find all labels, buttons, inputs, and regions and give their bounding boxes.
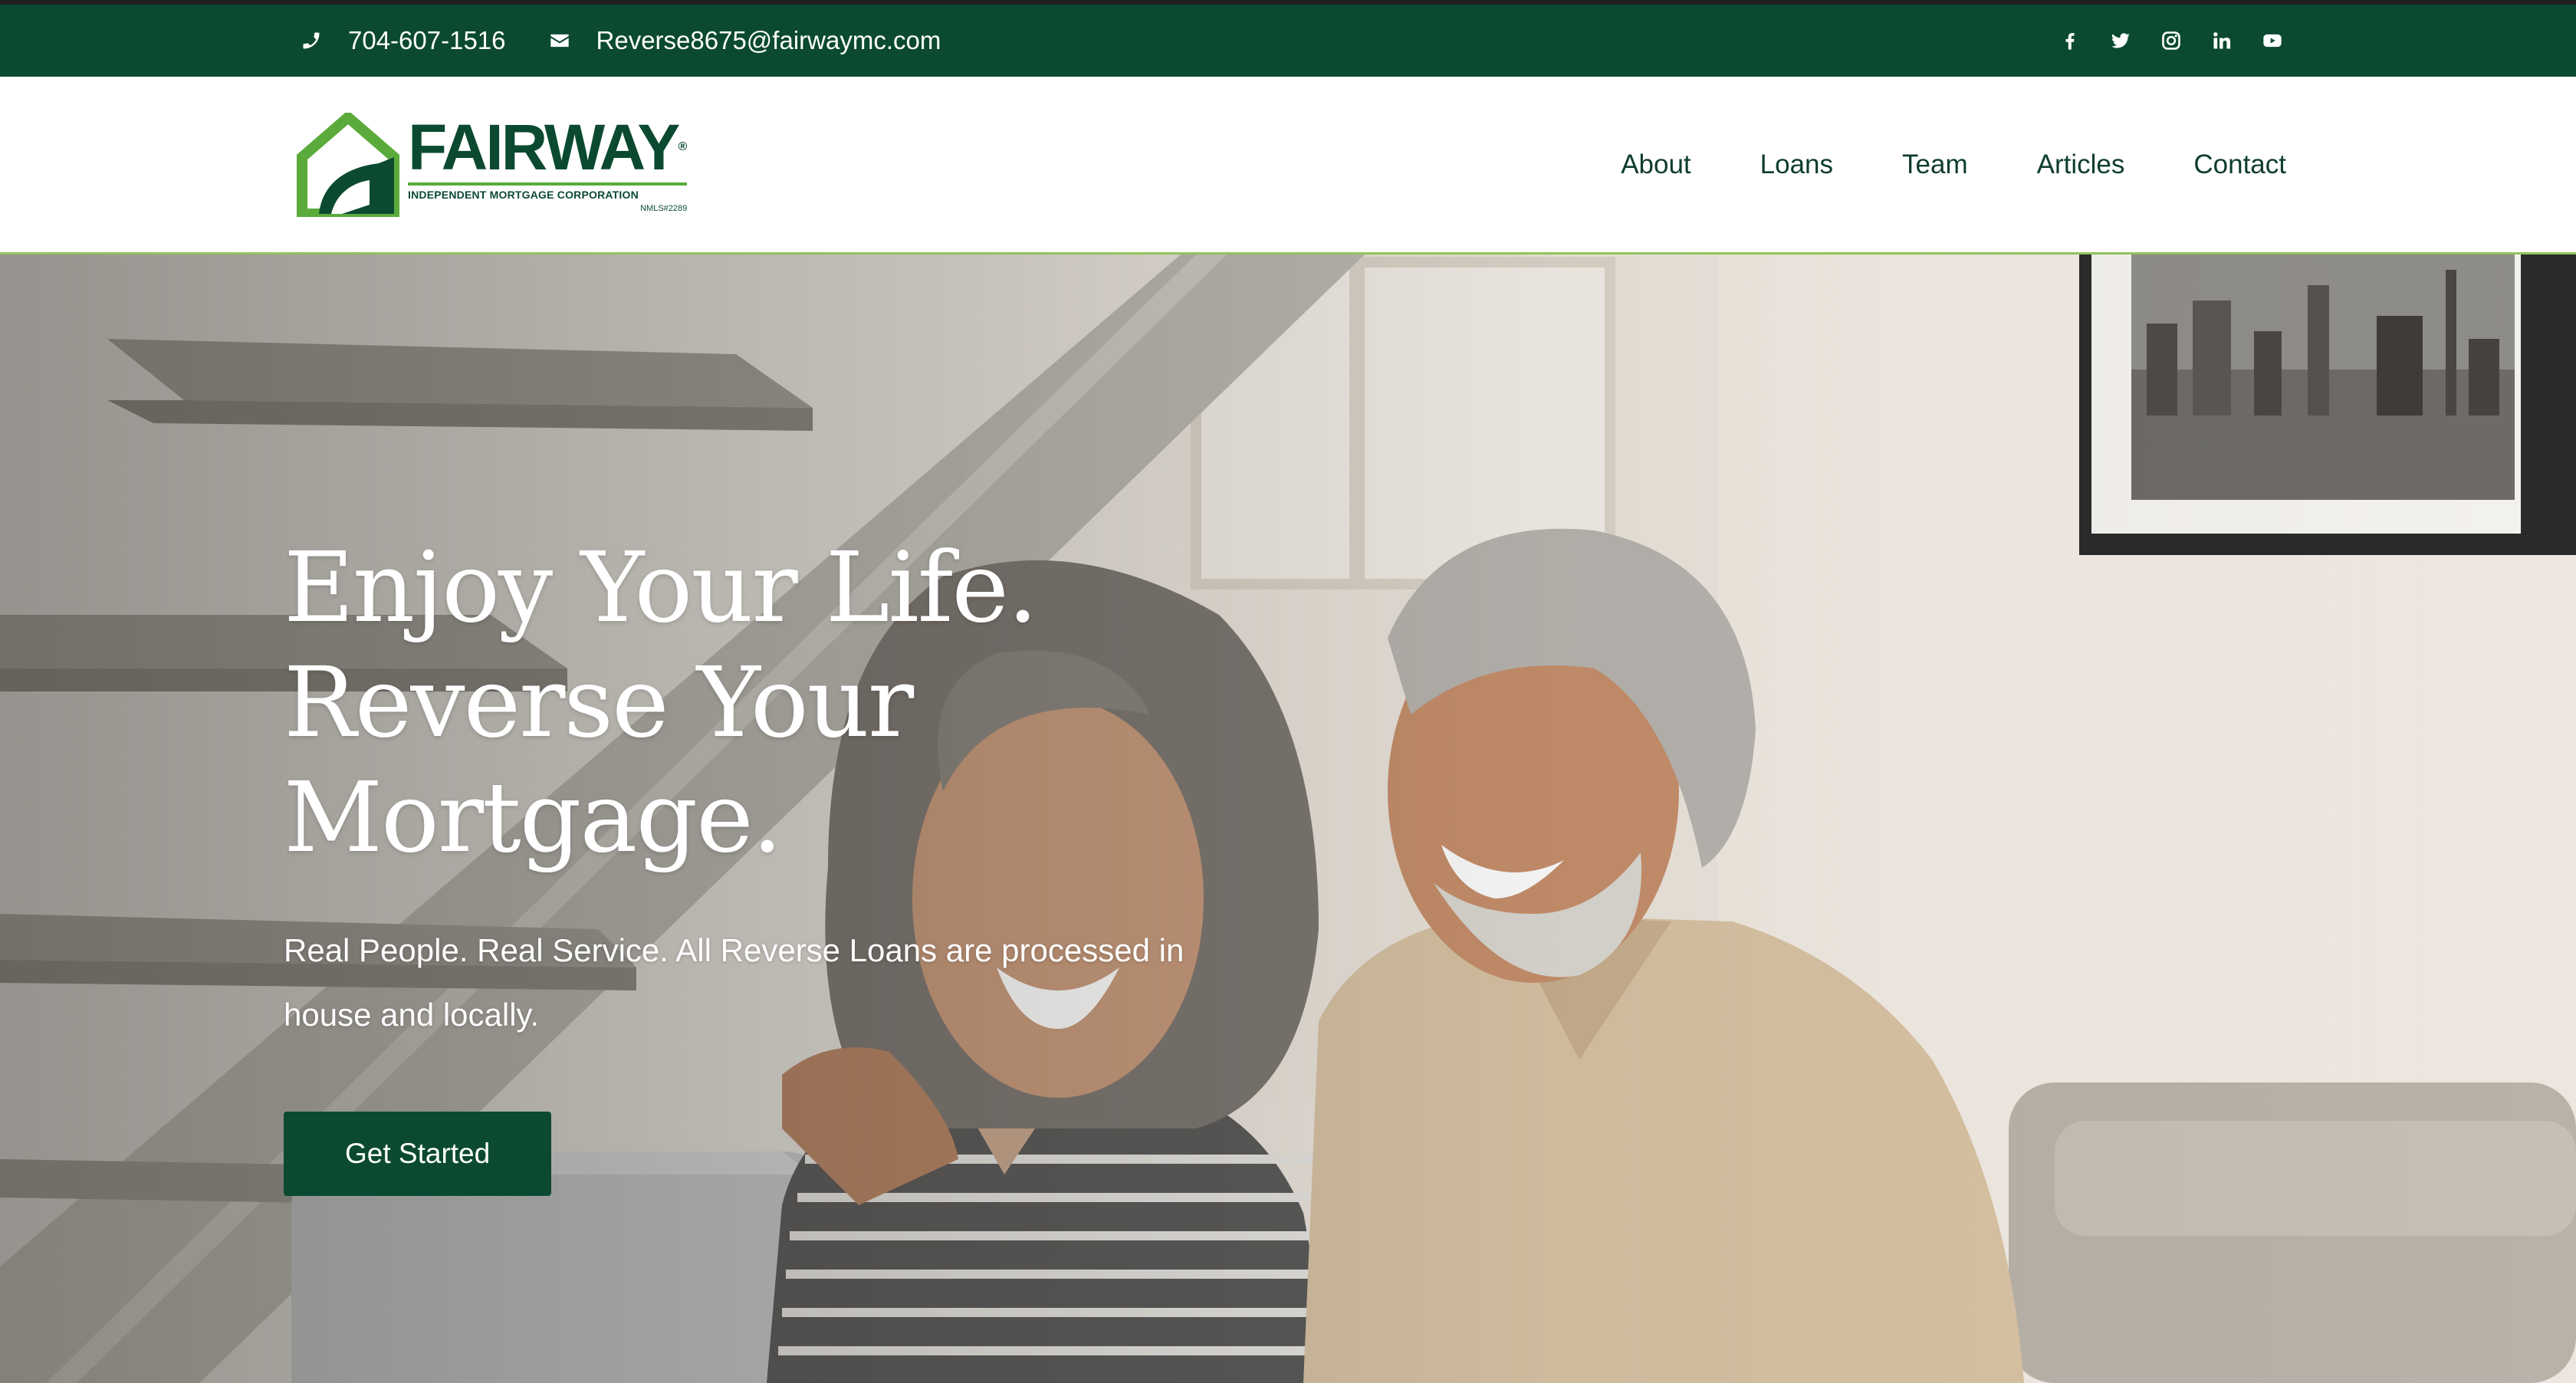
registered-mark: ® <box>678 140 688 153</box>
nav-about[interactable]: About <box>1621 149 1691 180</box>
phone-icon <box>303 32 320 49</box>
nav-loans[interactable]: Loans <box>1760 149 1833 180</box>
social-links <box>2032 28 2285 53</box>
instagram-link[interactable] <box>2159 28 2183 53</box>
hero-title: Enjoy Your Life. Reverse Your Mortgage. <box>284 531 1434 875</box>
linkedin-link[interactable] <box>2210 28 2234 53</box>
email-link[interactable]: Reverse8675@fairwaymc.com <box>549 26 941 55</box>
hero-content: Enjoy Your Life. Reverse Your Mortgage. … <box>284 531 1434 1196</box>
hero-title-line-2: Reverse Your Mortgage. <box>284 646 914 874</box>
nav-articles[interactable]: Articles <box>2037 149 2125 180</box>
main-nav: About Loans Team Articles Contact <box>1552 149 2286 180</box>
site-header: FAIRWAY® INDEPENDENT MORTGAGE CORPORATIO… <box>0 77 2576 255</box>
twitter-link[interactable] <box>2108 28 2133 53</box>
fairway-logo[interactable]: FAIRWAY® INDEPENDENT MORTGAGE CORPORATIO… <box>296 112 688 217</box>
get-started-button[interactable]: Get Started <box>284 1112 552 1196</box>
phone-number: 704-607-1516 <box>348 26 506 54</box>
instagram-icon <box>2162 31 2180 50</box>
house-logo-icon <box>297 112 399 217</box>
nav-contact[interactable]: Contact <box>2193 149 2286 180</box>
facebook-icon <box>2065 33 2075 50</box>
youtube-link[interactable] <box>2260 28 2285 53</box>
logo-word: FAIRWAY <box>408 110 680 183</box>
phone-link[interactable]: 704-607-1516 <box>301 26 506 55</box>
hero-section: Enjoy Your Life. Reverse Your Mortgage. … <box>0 255 2576 1383</box>
contact-info: 704-607-1516 Reverse8675@fairwaymc.com <box>301 26 984 55</box>
logo-text: FAIRWAY® INDEPENDENT MORTGAGE CORPORATIO… <box>408 115 688 213</box>
linkedin-icon <box>2213 32 2231 49</box>
logo-subtitle: INDEPENDENT MORTGAGE CORPORATION <box>408 182 688 201</box>
facebook-link[interactable] <box>2058 28 2082 53</box>
top-contact-bar: 704-607-1516 Reverse8675@fairwaymc.com <box>0 0 2576 77</box>
hero-title-line-1: Enjoy Your Life. <box>284 531 1038 644</box>
logo-nmls: NMLS#2289 <box>640 203 688 213</box>
youtube-icon <box>2263 34 2282 48</box>
nav-team[interactable]: Team <box>1902 149 1968 180</box>
logo-wordmark: FAIRWAY® <box>408 115 688 179</box>
hero-subtitle: Real People. Real Service. All Reverse L… <box>284 932 1184 1033</box>
twitter-icon <box>2111 33 2130 48</box>
envelope-icon <box>550 34 569 48</box>
email-address: Reverse8675@fairwaymc.com <box>596 26 941 54</box>
